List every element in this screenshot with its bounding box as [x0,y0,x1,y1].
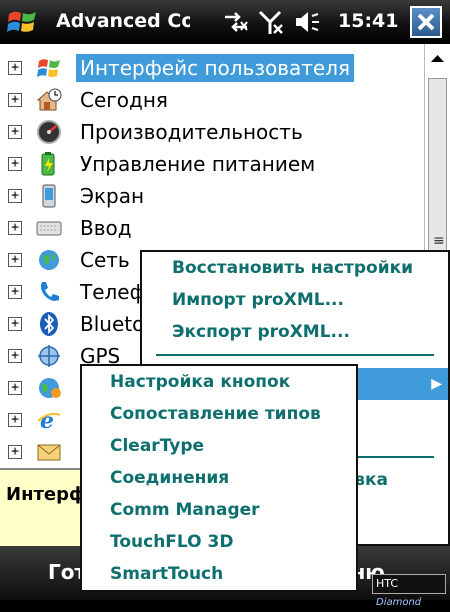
app-title: Advanced Configuration [56,10,190,32]
submenu-item-touchflo[interactable]: TouchFLO 3D [82,526,356,558]
data-connection-icon[interactable] [222,8,250,36]
signal-off-icon[interactable] [256,8,284,36]
expand-button[interactable]: + [8,317,22,331]
tree-item-label: Ввод [80,216,132,240]
menu-item-restore[interactable]: Восстановить настройки [142,252,448,284]
windows-flag-icon [37,59,60,77]
scroll-up-arrow-icon[interactable] [425,46,450,72]
envelope-icon [37,444,61,461]
title-bar: Advanced Configuration 15:41 [0,0,450,44]
tree-item-power[interactable]: + Управление питанием [0,148,424,180]
speedometer-icon [37,120,61,144]
svg-text:e: e [40,408,54,433]
tree-item-label: Управление питанием [80,152,316,176]
keyboard-icon [36,221,62,236]
close-button[interactable] [410,6,442,38]
submenu-item-connections[interactable]: Соединения [82,462,356,494]
tree-item-today[interactable]: + Сегодня [0,84,424,116]
bluetooth-icon [40,312,58,336]
expand-button[interactable]: + [8,253,22,267]
expand-button[interactable]: + [8,61,22,75]
submenu-item-smarttouch[interactable]: SmartTouch [82,558,356,590]
submenu-item-file-types[interactable]: Сопоставление типов [82,398,356,430]
tree-item-screen[interactable]: + Экран [0,180,424,212]
globe-icon [39,378,61,398]
tree-item-label: Экран [80,184,145,208]
start-menu-icon[interactable] [6,6,38,38]
brand-name: HTC [376,577,399,590]
close-icon [417,13,435,31]
expand-button[interactable]: + [8,157,22,171]
tree-item-label: Производительность [80,120,303,144]
expand-button[interactable]: + [8,381,22,395]
globe-network-icon [39,250,59,270]
clock[interactable]: 15:41 [338,10,398,32]
phone-handset-icon [41,282,59,301]
model-name: Diamond [376,597,422,608]
grip-icon: ≡ [433,233,445,249]
expand-button[interactable]: + [8,221,22,235]
tree-item-user-interface[interactable]: + Интерфейс пользователя [0,52,424,84]
submenu-item-cleartype[interactable]: ClearType [82,430,356,462]
expand-button[interactable]: + [8,93,22,107]
expand-button[interactable]: + [8,125,22,139]
settings-submenu: Настройка кнопок Сопоставление типов Cle… [80,364,358,592]
tree-item-label: Сеть [80,248,130,272]
expand-button[interactable]: + [8,445,22,459]
expand-button[interactable]: + [8,349,22,363]
battery-icon [41,152,55,176]
tree-item-label: Сегодня [80,88,168,112]
expand-button[interactable]: + [8,413,22,427]
menu-separator [156,354,434,356]
volume-icon[interactable] [292,8,320,36]
device-brand-logo: HTC Diamond [372,574,446,608]
gps-satellite-icon [38,345,60,367]
internet-explorer-icon: e [37,408,61,433]
tree-item-performance[interactable]: + Производительность [0,116,424,148]
submenu-item-buttons[interactable]: Настройка кнопок [82,366,356,398]
expand-button[interactable]: + [8,189,22,203]
submenu-item-comm-manager[interactable]: Comm Manager [82,494,356,526]
menu-item-export[interactable]: Экспорт proXML... [142,316,448,348]
submenu-arrow-icon: ▶ [431,376,442,392]
menu-item-import[interactable]: Импорт proXML... [142,284,448,316]
expand-button[interactable]: + [8,285,22,299]
tree-item-input[interactable]: + Ввод [0,212,424,244]
tree-item-label: Интерфейс пользователя [76,54,355,82]
phone-screen-icon [42,184,56,208]
home-clock-icon [36,88,62,111]
